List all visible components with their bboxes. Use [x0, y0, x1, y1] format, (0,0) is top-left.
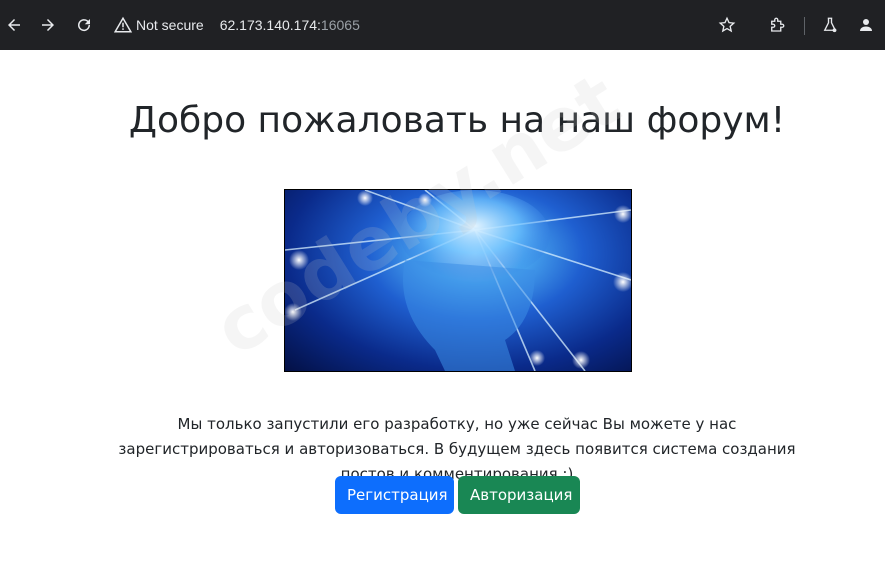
- brain-illustration: [285, 190, 631, 371]
- extensions-icon: [771, 17, 785, 32]
- warning-icon: [114, 16, 132, 33]
- address-bar[interactable]: Not secure 62.173.140.174: 16065: [114, 10, 360, 40]
- extensions-button[interactable]: [765, 13, 789, 37]
- register-button[interactable]: Регистрация: [335, 476, 454, 514]
- reload-icon: [78, 19, 91, 32]
- labs-icon: [823, 17, 837, 33]
- forward-icon: [42, 19, 54, 31]
- back-icon: [8, 19, 20, 31]
- browser-toolbar: Not secure 62.173.140.174: 16065: [0, 0, 885, 50]
- security-label: Not secure: [136, 17, 204, 33]
- page-content: Добро пожаловать на наш форум! Мы только…: [0, 50, 885, 575]
- forward-button[interactable]: [36, 13, 60, 37]
- page-title: Добро пожаловать на наш форум!: [128, 100, 786, 141]
- url-host: 62.173.140.174:: [219, 17, 321, 33]
- back-button[interactable]: [2, 13, 26, 37]
- url-port: 16065: [320, 17, 360, 33]
- reload-button[interactable]: [72, 13, 96, 37]
- page-description: Мы только запустили его разработку, но у…: [118, 415, 796, 483]
- login-button[interactable]: Авторизация: [458, 476, 580, 514]
- toolbar-divider: [804, 17, 805, 35]
- profile-button[interactable]: [854, 13, 878, 37]
- profile-icon: [860, 19, 872, 31]
- labs-button[interactable]: [818, 13, 842, 37]
- star-icon: [718, 16, 736, 33]
- bookmark-button[interactable]: [715, 13, 739, 37]
- hero-image: [284, 189, 632, 372]
